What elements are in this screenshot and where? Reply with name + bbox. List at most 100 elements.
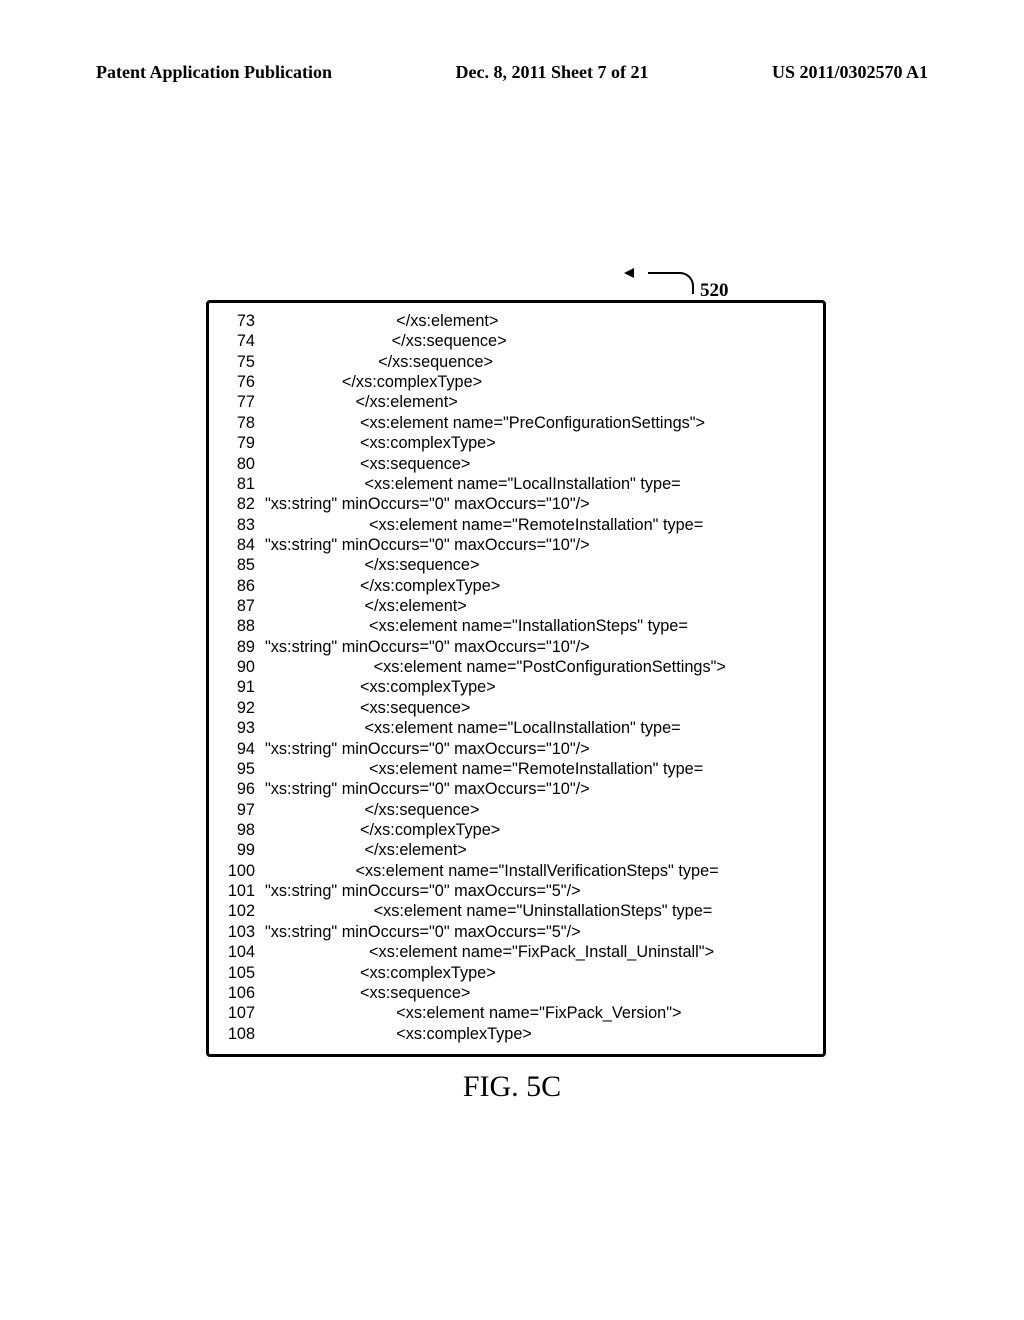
code-line: 102 <xs:element name="UninstallationStep…: [221, 901, 811, 921]
code-text: "xs:string" minOccurs="0" maxOccurs="10"…: [265, 779, 811, 799]
line-number: 85: [221, 555, 265, 575]
line-number: 92: [221, 698, 265, 718]
code-text: <xs:element name="PreConfigurationSettin…: [265, 413, 811, 433]
code-text: "xs:string" minOccurs="0" maxOccurs="5"/…: [265, 922, 811, 942]
code-text: "xs:string" minOccurs="0" maxOccurs="10"…: [265, 535, 811, 555]
code-line: 94"xs:string" minOccurs="0" maxOccurs="1…: [221, 739, 811, 759]
code-line: 85 </xs:sequence>: [221, 555, 811, 575]
code-text: <xs:element name="UninstallationSteps" t…: [265, 901, 811, 921]
code-line: 99 </xs:element>: [221, 840, 811, 860]
page-header: Patent Application Publication Dec. 8, 2…: [96, 62, 928, 83]
code-line: 97 </xs:sequence>: [221, 800, 811, 820]
line-number: 96: [221, 779, 265, 799]
line-number: 84: [221, 535, 265, 555]
code-line: 96"xs:string" minOccurs="0" maxOccurs="1…: [221, 779, 811, 799]
leader-line: [628, 272, 694, 296]
code-text: </xs:complexType>: [265, 576, 811, 596]
code-text: "xs:string" minOccurs="0" maxOccurs="5"/…: [265, 881, 811, 901]
line-number: 74: [221, 331, 265, 351]
line-number: 75: [221, 352, 265, 372]
code-text: </xs:sequence>: [265, 555, 811, 575]
code-line: 103"xs:string" minOccurs="0" maxOccurs="…: [221, 922, 811, 942]
code-text: </xs:element>: [265, 392, 811, 412]
code-line: 84"xs:string" minOccurs="0" maxOccurs="1…: [221, 535, 811, 555]
line-number: 104: [221, 942, 265, 962]
code-line: 106 <xs:sequence>: [221, 983, 811, 1003]
code-line: 89"xs:string" minOccurs="0" maxOccurs="1…: [221, 637, 811, 657]
line-number: 73: [221, 311, 265, 331]
code-text: </xs:element>: [265, 596, 811, 616]
code-text: "xs:string" minOccurs="0" maxOccurs="10"…: [265, 494, 811, 514]
code-text: <xs:element name="InstallVerificationSte…: [265, 861, 811, 881]
line-number: 78: [221, 413, 265, 433]
code-text: <xs:complexType>: [265, 677, 811, 697]
code-text: </xs:sequence>: [265, 352, 811, 372]
code-text: <xs:element name="LocalInstallation" typ…: [265, 718, 811, 738]
code-line: 78 <xs:element name="PreConfigurationSet…: [221, 413, 811, 433]
code-text: <xs:element name="RemoteInstallation" ty…: [265, 515, 811, 535]
code-text: <xs:element name="RemoteInstallation" ty…: [265, 759, 811, 779]
line-number: 101: [221, 881, 265, 901]
code-text: <xs:sequence>: [265, 698, 811, 718]
figure-caption: FIG. 5C: [0, 1070, 1024, 1104]
code-text: <xs:sequence>: [265, 454, 811, 474]
code-line: 74 </xs:sequence>: [221, 331, 811, 351]
line-number: 108: [221, 1024, 265, 1044]
line-number: 103: [221, 922, 265, 942]
line-number: 102: [221, 901, 265, 921]
line-number: 97: [221, 800, 265, 820]
code-line: 79 <xs:complexType>: [221, 433, 811, 453]
code-text: <xs:complexType>: [265, 433, 811, 453]
code-text: </xs:sequence>: [265, 800, 811, 820]
code-text: <xs:complexType>: [265, 963, 811, 983]
code-line: 76 </xs:complexType>: [221, 372, 811, 392]
code-line: 107 <xs:element name="FixPack_Version">: [221, 1003, 811, 1023]
line-number: 91: [221, 677, 265, 697]
code-text: <xs:complexType>: [265, 1024, 811, 1044]
line-number: 94: [221, 739, 265, 759]
line-number: 87: [221, 596, 265, 616]
header-center: Dec. 8, 2011 Sheet 7 of 21: [456, 62, 649, 83]
code-line: 101"xs:string" minOccurs="0" maxOccurs="…: [221, 881, 811, 901]
code-text: </xs:complexType>: [265, 820, 811, 840]
reference-number: 520: [700, 280, 729, 302]
line-number: 81: [221, 474, 265, 494]
code-line: 86 </xs:complexType>: [221, 576, 811, 596]
code-line: 80 <xs:sequence>: [221, 454, 811, 474]
code-text: <xs:sequence>: [265, 983, 811, 1003]
line-number: 107: [221, 1003, 265, 1023]
code-text: "xs:string" minOccurs="0" maxOccurs="10"…: [265, 637, 811, 657]
line-number: 99: [221, 840, 265, 860]
code-listing: 73 </xs:element>74 </xs:sequence>75 </xs…: [206, 300, 826, 1057]
code-text: <xs:element name="FixPack_Version">: [265, 1003, 811, 1023]
code-line: 98 </xs:complexType>: [221, 820, 811, 840]
line-number: 82: [221, 494, 265, 514]
code-text: <xs:element name="InstallationSteps" typ…: [265, 616, 811, 636]
code-line: 95 <xs:element name="RemoteInstallation"…: [221, 759, 811, 779]
code-line: 87 </xs:element>: [221, 596, 811, 616]
line-number: 90: [221, 657, 265, 677]
line-number: 77: [221, 392, 265, 412]
code-line: 91 <xs:complexType>: [221, 677, 811, 697]
code-line: 73 </xs:element>: [221, 311, 811, 331]
code-text: <xs:element name="LocalInstallation" typ…: [265, 474, 811, 494]
code-line: 77 </xs:element>: [221, 392, 811, 412]
code-line: 88 <xs:element name="InstallationSteps" …: [221, 616, 811, 636]
code-line: 75 </xs:sequence>: [221, 352, 811, 372]
code-text: </xs:sequence>: [265, 331, 811, 351]
line-number: 100: [221, 861, 265, 881]
code-text: <xs:element name="PostConfigurationSetti…: [265, 657, 811, 677]
code-line: 93 <xs:element name="LocalInstallation" …: [221, 718, 811, 738]
code-line: 92 <xs:sequence>: [221, 698, 811, 718]
code-text: "xs:string" minOccurs="0" maxOccurs="10"…: [265, 739, 811, 759]
code-line: 82"xs:string" minOccurs="0" maxOccurs="1…: [221, 494, 811, 514]
line-number: 106: [221, 983, 265, 1003]
line-number: 105: [221, 963, 265, 983]
code-text: <xs:element name="FixPack_Install_Uninst…: [265, 942, 811, 962]
line-number: 98: [221, 820, 265, 840]
code-line: 81 <xs:element name="LocalInstallation" …: [221, 474, 811, 494]
code-text: </xs:element>: [265, 840, 811, 860]
line-number: 95: [221, 759, 265, 779]
line-number: 89: [221, 637, 265, 657]
code-line: 83 <xs:element name="RemoteInstallation"…: [221, 515, 811, 535]
